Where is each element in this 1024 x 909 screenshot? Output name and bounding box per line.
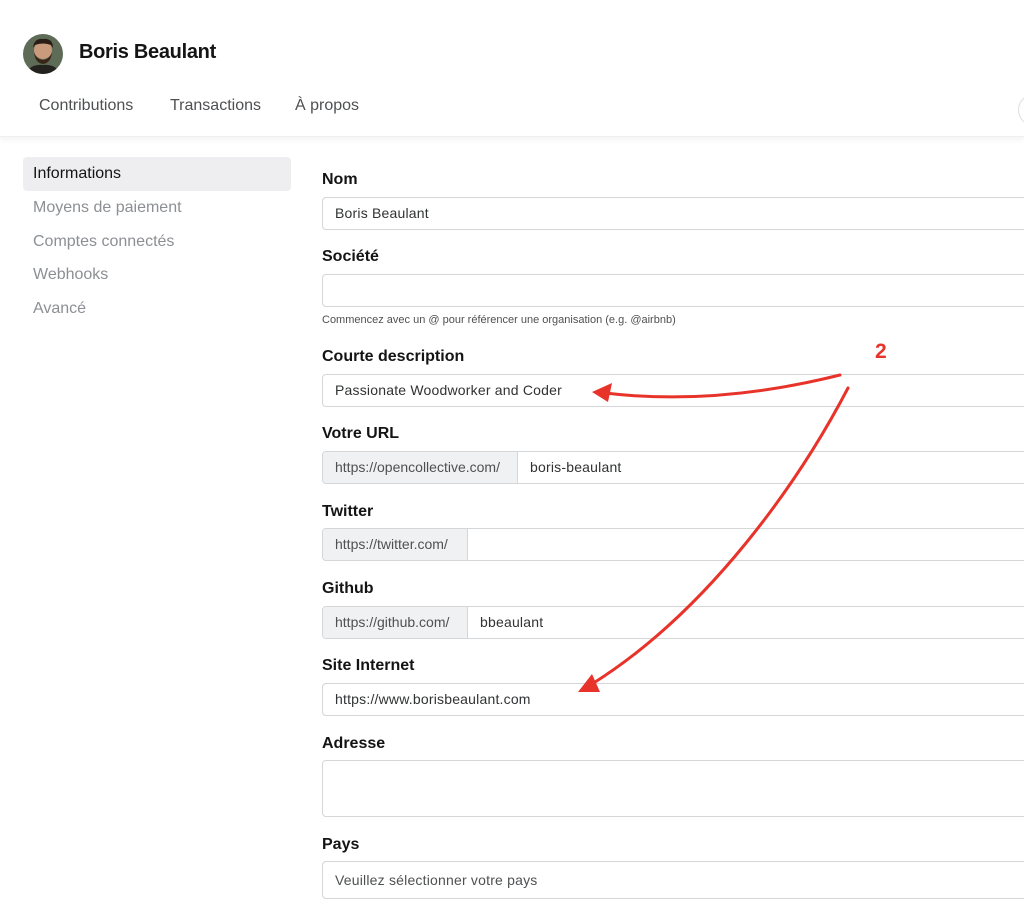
sidebar-item-connected-accounts[interactable]: Comptes connectés [23, 225, 291, 259]
tab-transactions[interactable]: Transactions [170, 97, 261, 115]
website-input[interactable]: https://www.borisbeaulant.com [322, 683, 1024, 716]
company-label: Société [322, 248, 379, 265]
github-input[interactable]: bbeaulant [480, 607, 543, 638]
url-prefix: https://opencollective.com/ [323, 452, 518, 483]
description-label: Courte description [322, 348, 465, 365]
address-label: Adresse [322, 735, 386, 752]
twitter-prefix: https://twitter.com/ [323, 529, 468, 560]
sidebar-item-webhooks[interactable]: Webhooks [23, 258, 291, 292]
tab-contributions[interactable]: Contributions [39, 97, 133, 115]
country-label: Pays [322, 836, 360, 853]
company-input[interactable] [322, 274, 1024, 307]
url-label: Votre URL [322, 425, 400, 442]
url-input-group: https://opencollective.com/ boris-beaula… [322, 451, 1024, 484]
avatar[interactable] [23, 34, 63, 74]
sidebar-item-payment-methods[interactable]: Moyens de paiement [23, 191, 291, 225]
country-select[interactable]: Veuillez sélectionner votre pays [322, 861, 1024, 899]
url-input[interactable]: boris-beaulant [530, 452, 622, 483]
twitter-input-group: https://twitter.com/ [322, 528, 1024, 561]
github-input-group: https://github.com/ bbeaulant [322, 606, 1024, 639]
website-label: Site Internet [322, 657, 415, 674]
sidebar-item-informations[interactable]: Informations [23, 157, 291, 191]
sidebar-item-advanced[interactable]: Avancé [23, 292, 291, 326]
address-textarea[interactable] [322, 760, 1024, 817]
profile-name: Boris Beaulant [79, 41, 216, 63]
name-label: Nom [322, 171, 358, 188]
header-action-button[interactable] [1018, 94, 1024, 126]
github-prefix: https://github.com/ [323, 607, 468, 638]
profile-header: Boris Beaulant Contributions Transaction… [0, 0, 1024, 137]
company-help-text: Commencez avec un @ pour référencer une … [322, 314, 676, 326]
name-input[interactable]: Boris Beaulant [322, 197, 1024, 230]
description-input[interactable]: Passionate Woodworker and Coder [322, 374, 1024, 407]
github-label: Github [322, 580, 374, 597]
twitter-label: Twitter [322, 503, 374, 520]
annotation-number: 2 [875, 340, 887, 363]
tab-about[interactable]: À propos [295, 97, 359, 115]
